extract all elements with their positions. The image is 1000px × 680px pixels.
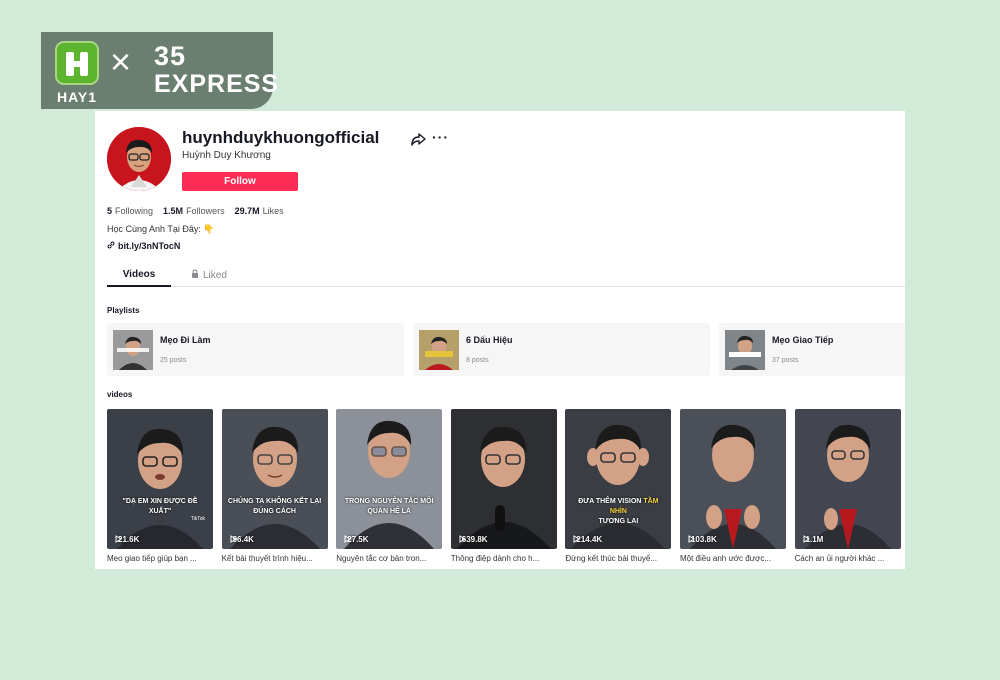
bio-text: Học Cùng Anh Tại Đây: 👇 bbox=[107, 224, 215, 234]
follow-button[interactable]: Follow bbox=[182, 172, 298, 191]
display-name: Huỳnh Duy Khương bbox=[182, 150, 271, 161]
partner-name-line1: 35 bbox=[154, 41, 187, 71]
bio-link[interactable]: bit.ly/3nNTocN bbox=[107, 241, 180, 251]
playlist-name: Mẹo Đi Làm bbox=[160, 335, 211, 345]
playlist-card[interactable]: 6 Dấu Hiệu 8 posts bbox=[413, 323, 710, 376]
video-item[interactable]: ĐƯA THÊM VISION TẦM NHÌN TƯƠNG LAI 214.4K… bbox=[565, 409, 672, 563]
video-views: 214.4K bbox=[573, 535, 602, 544]
video-description[interactable]: Mẹo giao tiếp giúp bạn ... bbox=[107, 554, 213, 563]
video-item[interactable]: TRONG NGUYÊN TẮC MỐI QUAN HỆ LÀ 27.5K Ng… bbox=[336, 409, 443, 563]
lock-icon bbox=[191, 269, 199, 281]
brand-separator: × bbox=[110, 41, 132, 82]
playlists-title: Playlists bbox=[107, 306, 140, 315]
video-item[interactable]: 103.8K Một điều anh ước được... bbox=[679, 409, 786, 563]
video-description[interactable]: Nguyên tắc cơ bản tron... bbox=[336, 554, 442, 563]
video-thumbnail[interactable]: 1.1M bbox=[794, 409, 901, 549]
brand-banner: HAY1 × 35 EXPRESS bbox=[41, 32, 278, 109]
video-caption: "DẠ EM XIN ĐƯỢC ĐỀ XUẤT" bbox=[122, 498, 198, 515]
playlist-card[interactable]: Mẹo Đi Làm 25 posts bbox=[107, 323, 404, 376]
video-caption: ĐƯA THÊM VISION TẦM NHÌN TƯƠNG LAI bbox=[578, 498, 659, 525]
video-caption: CHÚNG TA KHÔNG KẾT LẠI ĐÚNG CÁCH bbox=[227, 498, 322, 515]
video-thumbnail[interactable]: TRONG NGUYÊN TẮC MỐI QUAN HỆ LÀ 27.5K bbox=[336, 409, 443, 549]
video-description[interactable]: Cách an ủi người khác ... bbox=[795, 554, 901, 563]
partner-name-line2: EXPRESS bbox=[154, 70, 280, 98]
stat-likes: 29.7M Likes bbox=[234, 206, 284, 216]
profile-stats: 5 Following 1.5M Followers 29.7M Likes bbox=[107, 206, 284, 216]
video-thumbnail[interactable]: 103.8K bbox=[679, 409, 786, 549]
hay1-logo bbox=[55, 41, 99, 85]
video-thumbnail[interactable]: "DẠ EM XIN ĐƯỢC ĐỀ XUẤT" TikTok 21.6K bbox=[107, 409, 213, 549]
share-icon[interactable] bbox=[410, 131, 426, 147]
profile-tabs: Videos Liked bbox=[107, 265, 905, 287]
tiktok-watermark: TikTok bbox=[190, 516, 205, 522]
playlist-thumbnail bbox=[419, 330, 459, 370]
playlist-card[interactable]: Mẹo Giao Tiếp 37 posts bbox=[719, 323, 905, 376]
link-icon bbox=[107, 241, 115, 251]
tab-videos[interactable]: Videos bbox=[107, 269, 171, 287]
playlist-count: 25 posts bbox=[160, 357, 187, 364]
video-thumbnail[interactable]: ĐƯA THÊM VISION TẦM NHÌN TƯƠNG LAI 214.4K bbox=[565, 409, 672, 549]
video-views: 27.5K bbox=[344, 535, 369, 544]
profile-panel: huynhduykhuongofficial Huỳnh Duy Khương … bbox=[95, 111, 905, 569]
playlist-name: 6 Dấu Hiệu bbox=[466, 335, 513, 345]
stat-following[interactable]: 5 Following bbox=[107, 206, 153, 216]
video-views: 21.6K bbox=[115, 535, 139, 544]
video-description[interactable]: Kết bài thuyết trình hiệu... bbox=[222, 554, 328, 563]
videos-title: videos bbox=[107, 390, 133, 399]
video-views: 103.8K bbox=[688, 535, 717, 544]
playlist-count: 37 posts bbox=[772, 357, 799, 364]
videos-grid: "DẠ EM XIN ĐƯỢC ĐỀ XUẤT" TikTok 21.6K Mẹ… bbox=[107, 409, 901, 563]
video-thumbnail[interactable]: CHÚNG TA KHÔNG KẾT LẠI ĐÚNG CÁCH 96.4K bbox=[221, 409, 328, 549]
playlist-count: 8 posts bbox=[466, 357, 489, 364]
more-icon[interactable]: ··· bbox=[432, 129, 449, 145]
video-views: 96.4K bbox=[230, 535, 254, 544]
video-views: 639.8K bbox=[459, 535, 488, 544]
video-caption: TRONG NGUYÊN TẮC MỐI QUAN HỆ LÀ bbox=[344, 498, 434, 515]
avatar[interactable] bbox=[107, 127, 171, 191]
stat-followers[interactable]: 1.5M Followers bbox=[163, 206, 225, 216]
video-item[interactable]: 1.1M Cách an ủi người khác ... bbox=[794, 409, 901, 563]
video-thumbnail[interactable]: 639.8K bbox=[450, 409, 557, 549]
playlists-row: Mẹo Đi Làm 25 posts 6 Dấu Hiệu 8 posts M… bbox=[107, 323, 905, 376]
video-item[interactable]: CHÚNG TA KHÔNG KẾT LẠI ĐÚNG CÁCH 96.4K K… bbox=[221, 409, 328, 563]
video-views: 1.1M bbox=[803, 535, 823, 544]
video-description[interactable]: Đừng kết thúc bài thuyế... bbox=[565, 554, 671, 563]
video-description[interactable]: Một điều anh ước được... bbox=[680, 554, 786, 563]
brand-name: HAY1 bbox=[56, 89, 98, 105]
username: huynhduykhuongofficial bbox=[182, 128, 380, 147]
video-description[interactable]: Thông điệp dành cho h... bbox=[451, 554, 557, 563]
video-item[interactable]: "DẠ EM XIN ĐƯỢC ĐỀ XUẤT" TikTok 21.6K Mẹ… bbox=[107, 409, 213, 563]
tab-liked-label: Liked bbox=[203, 269, 227, 281]
video-item[interactable]: 639.8K Thông điệp dành cho h... bbox=[450, 409, 557, 563]
playlist-thumbnail bbox=[113, 330, 153, 370]
playlist-thumbnail bbox=[725, 330, 765, 370]
tab-liked[interactable]: Liked bbox=[191, 269, 227, 281]
playlist-name: Mẹo Giao Tiếp bbox=[772, 335, 834, 345]
bio-link-text: bit.ly/3nNTocN bbox=[118, 241, 181, 251]
